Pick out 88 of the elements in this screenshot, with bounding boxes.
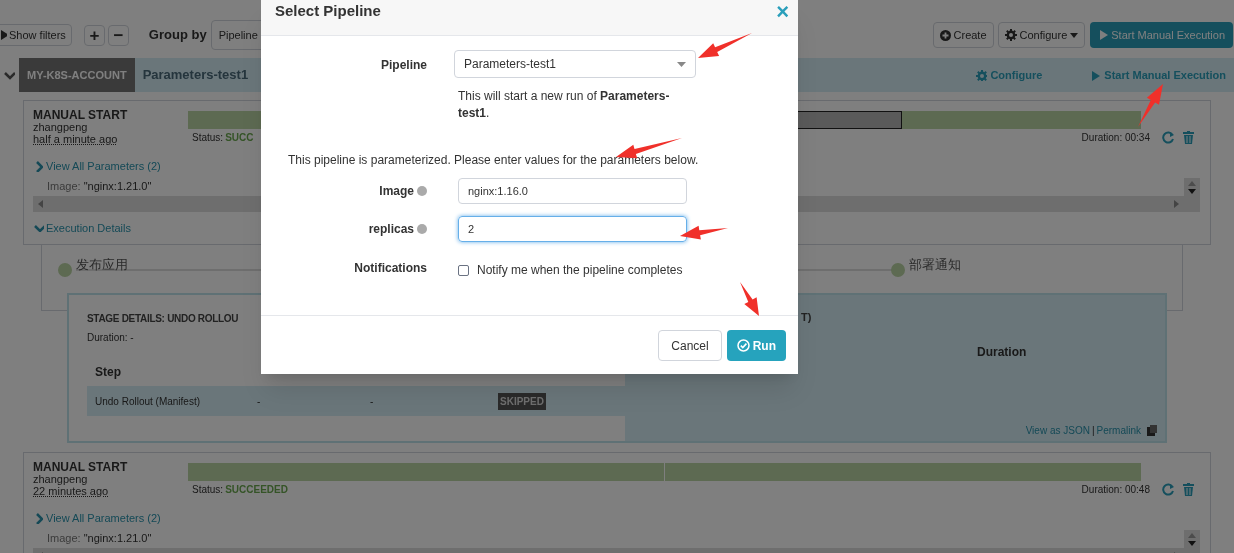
- trash-icon: [1183, 131, 1194, 144]
- start-link[interactable]: Start Manual Execution: [1090, 66, 1226, 84]
- view-parameters-link[interactable]: View All Parameters (2): [35, 158, 161, 175]
- parameter-value: "nginx:1.21.0": [83, 179, 152, 195]
- duration-text: Duration: 00:48: [1081, 483, 1150, 497]
- start-button[interactable]: Start Manual Execution: [1090, 22, 1233, 48]
- check-circle-icon: [736, 339, 750, 352]
- plus-circle-icon: [939, 29, 951, 41]
- configure-link[interactable]: Configure: [976, 66, 1043, 84]
- run-button[interactable]: Run: [726, 330, 786, 361]
- duration-text: Duration: 00:34: [1081, 131, 1150, 145]
- permalink-link[interactable]: Permalink: [1096, 423, 1141, 438]
- parameter-value: "nginx:1.21.0": [83, 531, 152, 547]
- field-label: replicas: [368, 221, 414, 238]
- user-name: zhangpeng: [33, 473, 89, 485]
- status-text: SUCCEEDED: [225, 483, 288, 497]
- close-button[interactable]: ×: [776, 1, 789, 23]
- parameter-input[interactable]: nginx:1.16.0: [458, 178, 687, 204]
- help-icon: [417, 186, 427, 196]
- play-icon: [0, 29, 7, 41]
- column-header: Duration: [977, 344, 1027, 361]
- user-name: zhangpeng: [33, 121, 89, 133]
- field-label: Image: [379, 183, 414, 200]
- parameterized-note: This pipeline is parameterized. Please enter values for the parameters below.: [288, 152, 700, 169]
- checkbox-label: Notify me when the pipeline completes: [477, 262, 683, 279]
- dropdown-field[interactable]: Parameters-test1: [454, 50, 696, 78]
- table-cell-text: -: [257, 394, 262, 409]
- account-label: MY-K8S-ACCOUNT: [19, 58, 135, 92]
- link-separator: |: [1091, 424, 1095, 438]
- vertical-scrollbar[interactable]: [1184, 529, 1200, 553]
- stage-label: 部署通知: [909, 256, 961, 274]
- annotation-arrow: [1138, 84, 1163, 127]
- create-button[interactable]: Create: [932, 22, 994, 48]
- configure-button[interactable]: Configure: [997, 22, 1086, 48]
- scroll-left-icon: [38, 199, 43, 208]
- pipeline-name: Parameters-test1: [142, 66, 249, 85]
- vertical-scrollbar[interactable]: [1184, 177, 1200, 212]
- group-by-label: Group by: [148, 26, 207, 45]
- gear-icon: [976, 69, 988, 81]
- annotation-arrow: [698, 33, 752, 58]
- caret-icon: [677, 61, 686, 67]
- view-parameters-link[interactable]: View All Parameters (2): [35, 510, 161, 527]
- play-icon: [1098, 29, 1109, 41]
- trigger-label: MANUAL START: [33, 109, 129, 121]
- parameter-key: Image:: [47, 178, 81, 195]
- help-icon: [417, 224, 427, 234]
- stage-duration: Duration: -: [87, 331, 135, 345]
- dialog-title: Select Pipeline: [275, 1, 381, 22]
- table-cell-text: -: [370, 394, 375, 409]
- zoom-in-button[interactable]: +: [83, 24, 105, 46]
- description-text: This will start a new run of Parameters-test1.: [458, 88, 671, 122]
- zoom-out-button[interactable]: −: [107, 24, 129, 46]
- clipboard-icon: [1147, 425, 1157, 436]
- status-badge: SKIPPED: [498, 392, 546, 410]
- annotation-arrow: [680, 225, 728, 240]
- scroll-right-icon: [1174, 199, 1179, 208]
- play-icon: [1090, 69, 1102, 81]
- trigger-label: MANUAL START: [33, 461, 129, 473]
- parameter-input[interactable]: 2: [458, 216, 687, 242]
- time-ago: 22 minutes ago: [33, 485, 109, 497]
- field-label: Notifications: [353, 260, 427, 277]
- annotation-arrow: [740, 282, 759, 316]
- json-link[interactable]: View as JSON: [1025, 423, 1090, 438]
- refresh-icon: [1162, 131, 1175, 144]
- execution-details-link[interactable]: Execution Details: [34, 219, 131, 236]
- notify-checkbox[interactable]: [458, 264, 469, 276]
- caret-icon: [1070, 32, 1079, 38]
- stage-node[interactable]: [58, 263, 72, 277]
- table-cell-text: Undo Rollout (Manifest): [95, 394, 202, 409]
- refresh-icon: [1162, 483, 1175, 496]
- cancel-button[interactable]: Cancel: [658, 330, 722, 361]
- status-label: Status:: [192, 131, 224, 145]
- status-text: SUCC: [225, 131, 254, 145]
- stage-label: 发布应用: [76, 256, 128, 274]
- table-row[interactable]: Undo Rollout (Manifest) - - SKIPPED: [87, 386, 625, 416]
- stage-node[interactable]: [891, 263, 905, 277]
- time-ago: half a minute ago: [33, 133, 118, 145]
- stage-details-title: STAGE DETAILS: UNDO ROLLOU: [87, 312, 239, 326]
- trash-icon: [1183, 483, 1194, 496]
- field-label: Pipeline: [380, 57, 427, 74]
- gear-icon: [1004, 29, 1017, 41]
- scroll-arrows-icon: [1188, 180, 1196, 194]
- show-filters-button[interactable]: Show filters: [0, 24, 72, 46]
- status-label: Status:: [192, 483, 224, 497]
- parameter-key: Image:: [47, 530, 81, 547]
- stage-details-title: T): [801, 310, 812, 325]
- column-header: Step: [95, 364, 122, 381]
- scroll-arrows-icon: [1188, 532, 1196, 546]
